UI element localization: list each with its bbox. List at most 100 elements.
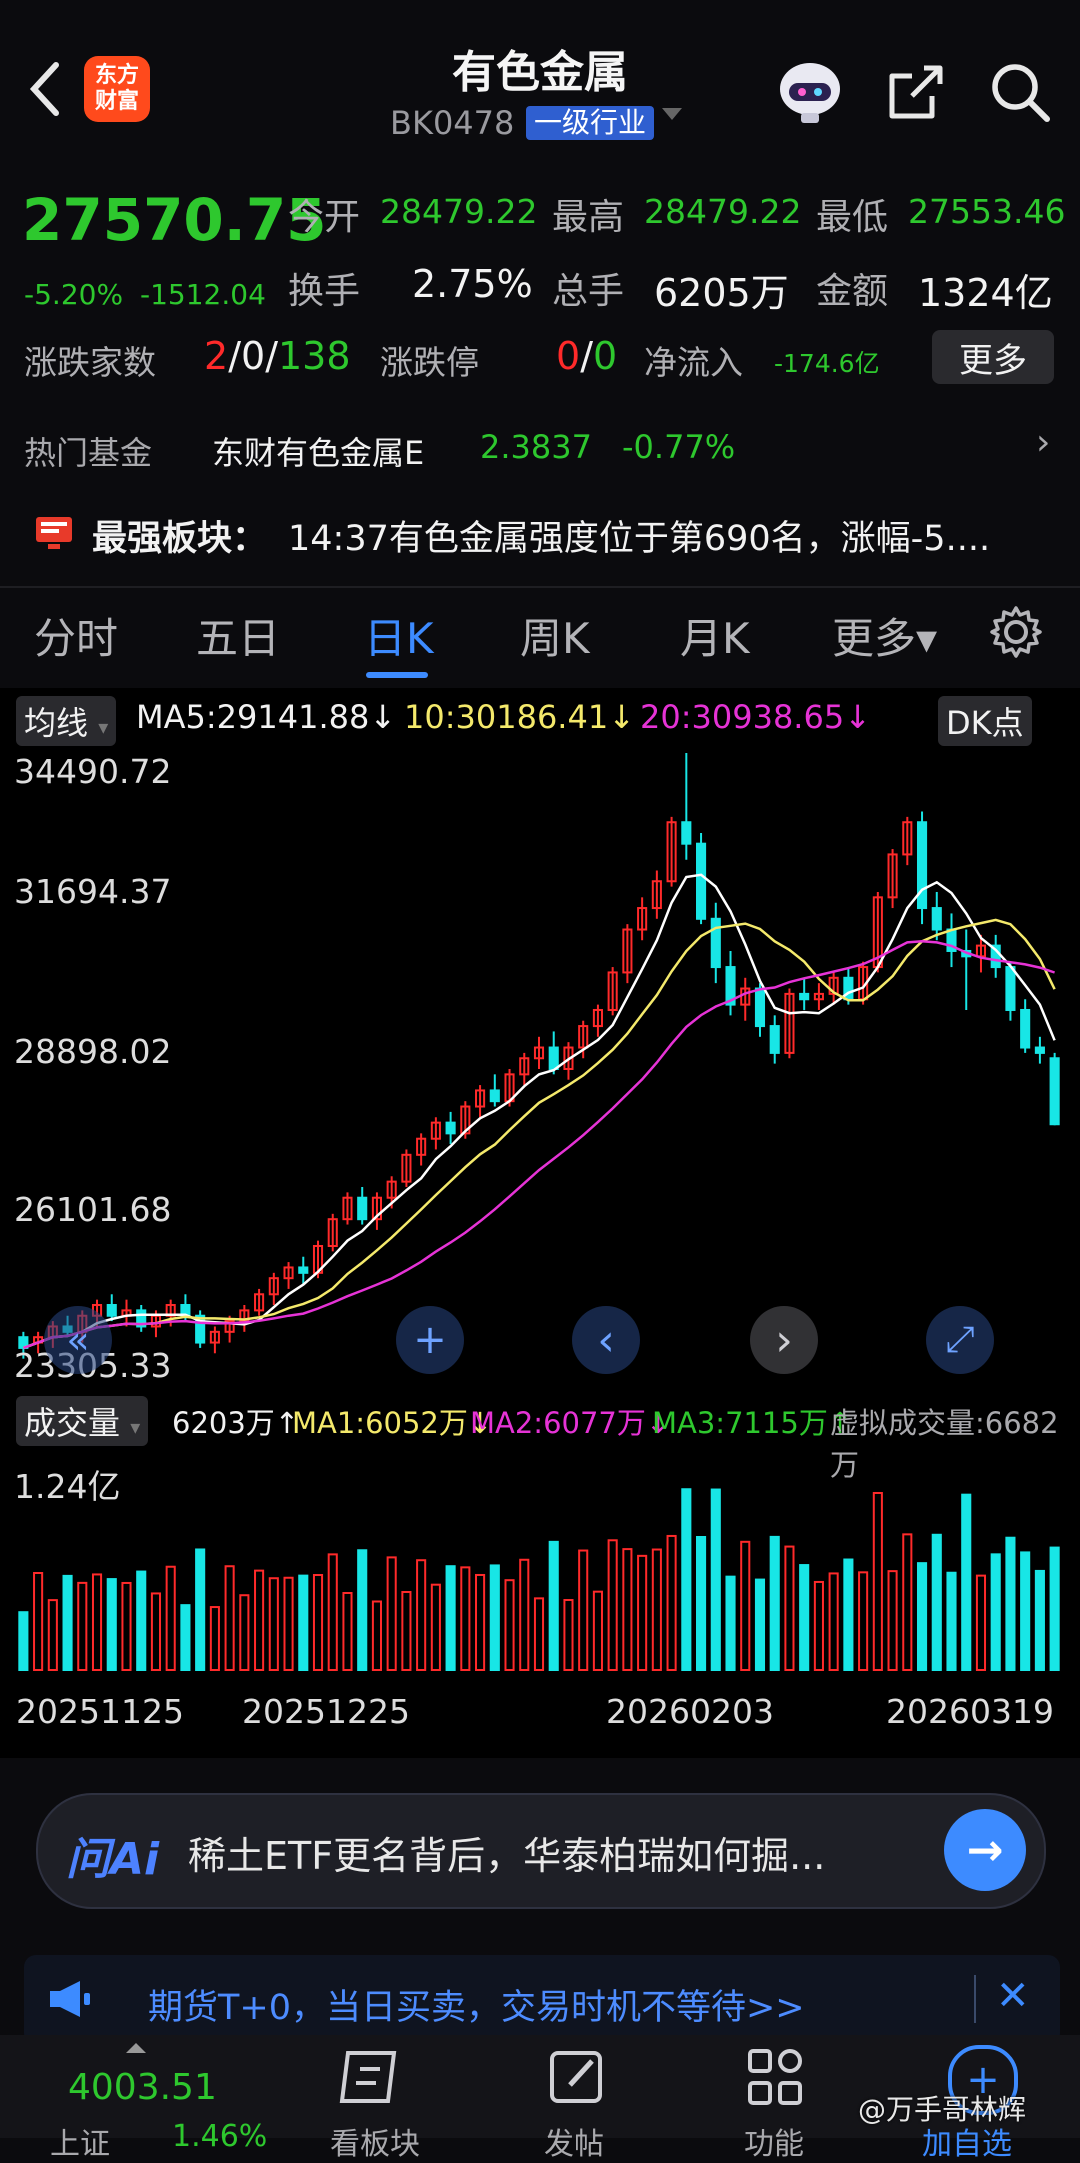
breadth-values: 2/0/138 [204,334,351,378]
post-edit-icon[interactable] [546,2045,610,2109]
top-bar: 东方 财富 有色金属 BK0478 一级行业 [0,0,1080,175]
ai-question-text: 稀土ETF更名背后，华泰柏瑞如何掘... [188,1834,826,1878]
amount-label: 金额 [816,271,889,312]
tab-daily-k[interactable]: 日K [364,605,434,666]
scroll-left-icon[interactable]: ‹ [572,1306,640,1374]
limit-values: 0/0 [556,334,617,378]
robot-assistant-icon[interactable] [770,52,850,132]
breadth-up: 2 [204,334,229,378]
strongest-sector-news[interactable]: 最强板块： 14:37有色金属强度位于第690名，涨幅-5.... [0,500,1080,570]
candle-body [1020,1008,1031,1049]
ai-question-bar[interactable]: 问Ai 稀土ETF更名背后，华泰柏瑞如何掘... → [36,1793,1046,1909]
volume-bar [401,1590,412,1671]
volume-label: 总手 [552,271,625,312]
amount-value: 1324亿 [918,271,1053,315]
volume-bar [416,1559,427,1671]
bottom-nav-label[interactable]: 发帖 [544,2119,604,2163]
volume-bar [828,1572,839,1671]
news-text: 14:37有色金属强度位于第690名，涨幅-5.... [288,519,991,559]
breadth-label: 涨跌家数 [24,343,156,382]
function-grid-icon[interactable] [744,2045,808,2109]
volume-selector-label: 成交量 [24,1404,121,1442]
volume-bar [710,1488,721,1671]
bottom-nav-label[interactable]: 看板块 [330,2119,420,2163]
scroll-left-fast-icon[interactable]: « [44,1306,112,1374]
volume-bar [91,1573,103,1671]
dropdown-icon[interactable] [662,108,682,120]
volume-bar [533,1597,545,1671]
volume-bar [961,1493,972,1672]
tab-five-day[interactable]: 五日 [196,605,280,666]
volume-bar [563,1599,574,1671]
search-icon[interactable] [982,54,1058,130]
fullscreen-icon[interactable]: ⤢ [926,1306,994,1374]
expand-up-icon[interactable] [126,2043,146,2053]
candle-body [106,1304,117,1317]
volume-bar [475,1573,486,1671]
volume-selector[interactable]: 成交量 ▾ [16,1396,149,1446]
ad-text: 期货T+0，当日买卖，交易时机不等待>> [148,1988,805,2028]
ma10-line [22,918,1056,1350]
hot-fund-label: 热门基金 [24,434,153,472]
scroll-right-icon[interactable]: › [750,1306,818,1374]
tab-monthly-k[interactable]: 月K [680,605,750,666]
volume-bar [47,1599,58,1671]
volume-bar [430,1583,441,1671]
candle-body [548,1046,559,1070]
hot-fund-name: 东财有色金属E [212,434,425,472]
ai-go-button[interactable]: → [944,1809,1026,1891]
news-prefix: 最强板块： [92,519,268,559]
share-icon[interactable] [880,56,952,128]
more-button[interactable]: 更多 [932,330,1054,384]
ad-divider [974,1975,976,2023]
volume-bar [769,1535,780,1672]
price-axis-label: 28898.02 [14,1032,172,1071]
hot-fund-change: -0.77% [622,428,736,466]
index-value[interactable]: 4003.51 [68,2067,217,2108]
futures-ad-banner[interactable]: 期货T+0，当日买卖，交易时机不等待>> ✕ [24,1955,1060,2045]
volume-bar [312,1574,324,1671]
sector-board-icon[interactable] [336,2045,406,2109]
volume-bar [239,1594,250,1672]
ai-logo: 问Ai [66,1834,160,1885]
dk-point-button[interactable]: DK点 [938,696,1032,746]
zoom-in-icon[interactable]: + [396,1306,464,1374]
index-change: 1.46% [172,2119,268,2154]
ma10-value: 10:30186.41↓ [404,698,635,736]
volume-bar [504,1579,515,1671]
ma-selector[interactable]: 均线 ▾ [16,696,117,746]
ma20-value: 20:30938.65↓ [640,698,871,736]
volume-chart[interactable] [0,1450,1080,1680]
volume-bar [150,1592,162,1672]
volume-bar [725,1575,736,1671]
volume-ma3: MA3:7115万↑ [652,1406,853,1440]
volume-bar [784,1545,795,1671]
settings-gear-icon[interactable] [988,604,1044,660]
volume-bar [1005,1536,1016,1672]
volume-bar [268,1577,279,1672]
volume-bar [887,1570,898,1671]
netflow-value: -174.6亿 [774,349,880,378]
industry-tag[interactable]: 一级行业 [526,106,655,140]
tab-intraday[interactable]: 分时 [34,605,118,666]
volume-bar [33,1571,44,1671]
volume-bar [931,1533,942,1671]
bottom-nav-label[interactable]: 功能 [744,2119,804,2163]
ma20-line [22,940,1055,1350]
volume-axis-label: 1.24亿 [14,1467,121,1506]
volume-bar [224,1565,235,1671]
candle-body [754,987,766,1028]
volume-bar [386,1556,397,1671]
high-label: 最高 [552,197,625,238]
tab-weekly-k[interactable]: 周K [520,605,590,666]
volume-bar [460,1566,471,1671]
volume-bar [298,1574,309,1671]
close-icon[interactable]: ✕ [996,1973,1030,2019]
hot-fund-row[interactable]: 热门基金 东财有色金属E 2.3837 -0.77% › [0,408,1080,488]
volume-bar [799,1564,810,1671]
volume-bar [916,1562,928,1671]
tab-more[interactable]: 更多▾ [832,605,937,666]
turnover-label: 换手 [288,271,361,312]
volume-bar [165,1565,176,1671]
breadth-sep2: / [265,334,278,378]
